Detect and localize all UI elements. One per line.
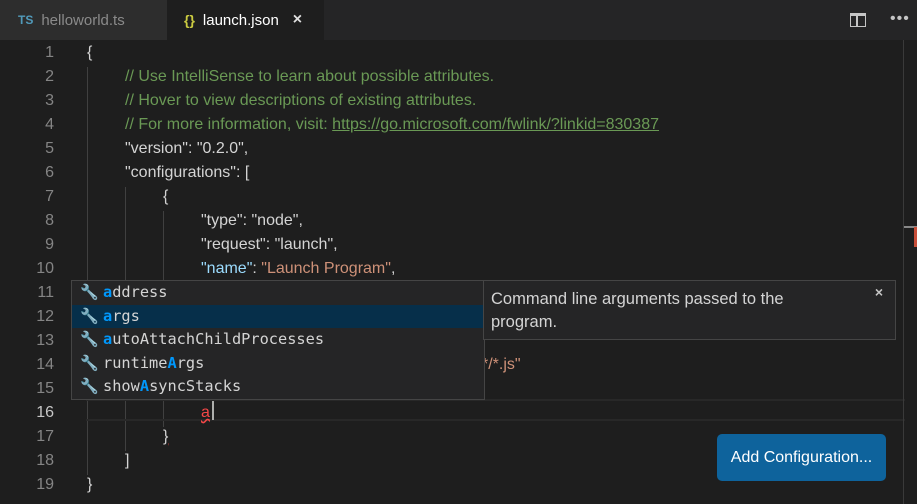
code-line: 1{ <box>0 41 905 65</box>
tab-bar: TS helloworld.ts {} launch.json × ••• <box>0 0 917 40</box>
line-number: 11 <box>37 284 54 301</box>
suggestion-runtimeArgs[interactable]: 🔧 runtimeArgs <box>72 352 484 376</box>
line-number: 2 <box>45 68 54 85</box>
code-line: 9 "request": "launch", <box>0 233 905 257</box>
wrench-icon: 🔧 <box>80 353 99 372</box>
comment: // Use IntelliSense to learn about possi… <box>125 68 495 85</box>
line-number: 5 <box>45 140 54 157</box>
line-content: { <box>163 188 169 205</box>
tab-label: launch.json <box>202 11 279 29</box>
line-number: 14 <box>36 356 54 373</box>
line-content: { <box>87 44 93 61</box>
wrench-icon: 🔧 <box>80 330 99 348</box>
line-number: 13 <box>36 332 54 349</box>
wrench-icon: 🔧 <box>80 377 99 395</box>
line-number: 18 <box>36 452 54 469</box>
line-content: "type": "node", <box>201 212 303 229</box>
tab-launch-json[interactable]: {} launch.json × <box>167 0 324 40</box>
code-line: 7{ <box>0 185 905 209</box>
typescript-file-icon: TS <box>18 13 34 27</box>
suggest-widget: 🔧 address 🔧 args 🔧 autoAttachChildProcesses… <box>71 280 485 400</box>
more-actions-icon[interactable]: ••• <box>890 10 910 28</box>
close-details-icon[interactable]: × <box>875 284 883 300</box>
suggestion-address[interactable]: 🔧 address <box>72 281 484 305</box>
json-file-icon: {} <box>184 12 195 28</box>
line-content: "name": "Launch Program", <box>201 260 396 277</box>
code-line: 5 "version": "0.2.0", <box>0 137 905 161</box>
line-content: } <box>163 428 169 445</box>
line-content: "version": "0.2.0", <box>125 140 249 157</box>
suggestion-autoAttachChildProcesses[interactable]: 🔧 autoAttachChildProcesses <box>72 328 484 352</box>
line-number: 8 <box>45 212 54 229</box>
code-line: 3 // Hover to view descriptions of existi… <box>0 89 905 113</box>
line-content: ] <box>125 452 130 469</box>
comment: // Hover to view descriptions of existin… <box>125 92 477 109</box>
text-cursor <box>212 401 214 420</box>
code-line: 4 // For more information, visit: https:/… <box>0 113 905 137</box>
line-number: 16 <box>36 404 54 421</box>
code-line: 6 "configurations": [ <box>0 161 905 185</box>
code-line: 2 // Use IntelliSense to learn about poss… <box>0 65 905 89</box>
line-content: a <box>201 404 210 421</box>
comment: // For more information, visit: <box>125 116 333 133</box>
line-number: 7 <box>45 188 54 205</box>
suggestion-label: args <box>103 306 140 325</box>
line-number: 3 <box>45 92 54 109</box>
line-number: 1 <box>45 44 54 61</box>
suggestion-label: showAsyncStacks <box>103 377 242 395</box>
line-content: "configurations": [ <box>125 164 250 181</box>
suggestion-args[interactable]: 🔧 args <box>72 304 484 328</box>
line-number: 9 <box>45 236 54 253</box>
line-number: 10 <box>36 260 54 277</box>
line-content: // For more information, visit: https://… <box>125 113 659 137</box>
wrench-icon: 🔧 <box>80 283 99 301</box>
tab-label: helloworld.ts <box>41 11 125 29</box>
details-text: Command line arguments passed to the pro… <box>491 290 784 331</box>
line-number: 6 <box>45 164 54 181</box>
split-editor-icon[interactable] <box>850 13 866 27</box>
suggestion-details: Command line arguments passed to the pro… <box>483 280 896 340</box>
line-number: 4 <box>45 116 54 133</box>
tab-helloworld-ts[interactable]: TS helloworld.ts <box>0 0 167 40</box>
suggestion-label: autoAttachChildProcesses <box>103 330 325 348</box>
line-number: 17 <box>36 428 54 445</box>
line-content: "request": "launch", <box>201 236 338 253</box>
close-tab-icon[interactable]: × <box>293 11 302 29</box>
add-configuration-button[interactable]: Add Configuration... <box>717 434 886 481</box>
suggestion-label: address <box>103 283 168 301</box>
wrench-icon: 🔧 <box>80 306 99 325</box>
line-number: 12 <box>36 308 54 325</box>
code-line: 10 "name": "Launch Program", <box>0 257 905 281</box>
suggestion-showAsyncStacks[interactable]: 🔧 showAsyncStacks <box>72 375 484 399</box>
line-number: 19 <box>36 476 54 493</box>
line-number: 15 <box>36 380 54 397</box>
line-content: */*.js" <box>482 356 521 373</box>
code-line: 16 a <box>0 401 905 425</box>
line-content: } <box>87 476 93 493</box>
suggestion-label: runtimeArgs <box>103 353 205 372</box>
code-line: 8 "type": "node", <box>0 209 905 233</box>
docs-link[interactable]: https://go.microsoft.com/fwlink/?linkid=… <box>332 116 659 133</box>
